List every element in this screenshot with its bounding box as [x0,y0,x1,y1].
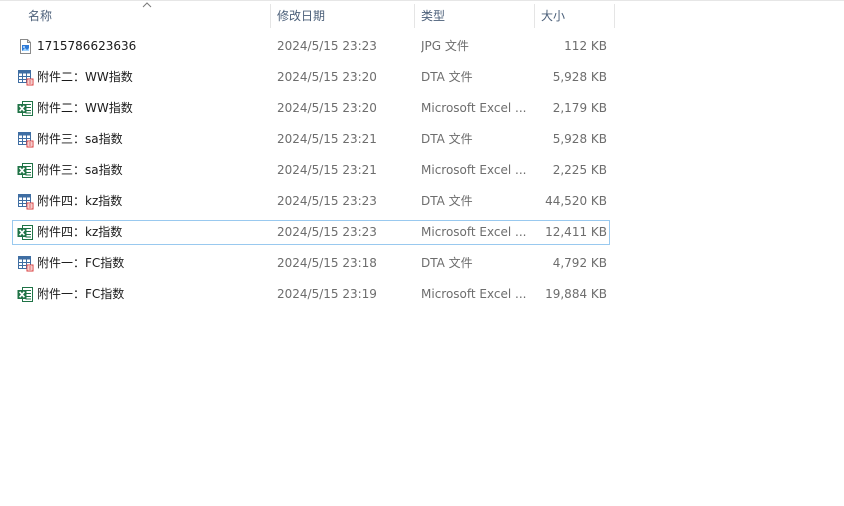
file-modified-date: 2024/5/15 23:21 [277,132,377,146]
file-name: 附件一：FC指数 [37,287,125,301]
file-name: 附件四：kz指数 [37,225,123,239]
file-type: DTA 文件 [421,132,473,146]
top-divider [0,0,844,1]
column-header-type-label: 类型 [421,9,446,23]
file-size: 2,179 KB [552,101,607,115]
column-header-bar: 名称 修改日期 类型 大小 [0,2,844,30]
file-modified-date: 2024/5/15 23:23 [277,39,377,53]
file-row[interactable]: 附件三：sa指数 2024/5/15 23:21 DTA 文件 5,928 KB [12,127,610,152]
dta-file-icon [17,193,34,210]
file-size: 12,411 KB [545,225,607,239]
file-size: 44,520 KB [545,194,607,208]
file-type: JPG 文件 [421,39,469,53]
file-row[interactable]: 附件四：kz指数 2024/5/15 23:23 Microsoft Excel .… [12,220,610,245]
file-row[interactable]: 附件一：FC指数 2024/5/15 23:18 DTA 文件 4,792 KB [12,251,610,276]
column-header-type[interactable]: 类型 [415,2,533,30]
file-row[interactable]: 附件二：WW指数 2024/5/15 23:20 DTA 文件 5,928 KB [12,65,610,90]
file-modified-date: 2024/5/15 23:23 [277,194,377,208]
file-type: Microsoft Excel ... [421,101,527,115]
file-modified-date: 2024/5/15 23:21 [277,163,377,177]
file-modified-date: 2024/5/15 23:23 [277,225,377,239]
file-size: 4,792 KB [552,256,607,270]
column-divider[interactable] [614,4,615,28]
file-size: 2,225 KB [552,163,607,177]
dta-file-icon [17,131,34,148]
file-name: 附件三：sa指数 [37,163,123,177]
excel-file-icon [17,162,34,179]
file-type: Microsoft Excel ... [421,287,527,301]
jpg-file-icon [17,38,34,55]
file-row[interactable]: 附件三：sa指数 2024/5/15 23:21 Microsoft Excel .… [12,158,610,183]
excel-file-icon [17,100,34,117]
file-size: 112 KB [564,39,607,53]
file-size: 5,928 KB [552,70,607,84]
column-header-name-label: 名称 [28,9,53,23]
dta-file-icon [17,255,34,272]
column-header-date[interactable]: 修改日期 [271,2,413,30]
file-name: 附件二：WW指数 [37,70,133,84]
file-row[interactable]: 附件一：FC指数 2024/5/15 23:19 Microsoft Excel .… [12,282,610,307]
file-row[interactable]: 1715786623636 2024/5/15 23:23 JPG 文件 112 KB [12,34,610,59]
file-type: Microsoft Excel ... [421,163,527,177]
file-type: Microsoft Excel ... [421,225,527,239]
file-name: 附件四：kz指数 [37,194,123,208]
file-modified-date: 2024/5/15 23:19 [277,287,377,301]
file-name: 附件三：sa指数 [37,132,123,146]
file-modified-date: 2024/5/15 23:20 [277,101,377,115]
column-header-size[interactable]: 大小 [535,2,613,30]
file-name: 1715786623636 [37,39,137,53]
file-explorer-list-view: 名称 修改日期 类型 大小 1715786623636 2024/5/15 23:… [0,0,844,506]
dta-file-icon [17,69,34,86]
file-type: DTA 文件 [421,256,473,270]
file-row[interactable]: 附件二：WW指数 2024/5/15 23:20 Microsoft Excel .… [12,96,610,121]
file-size: 19,884 KB [545,287,607,301]
file-name: 附件二：WW指数 [37,101,133,115]
column-header-size-label: 大小 [541,9,566,23]
excel-file-icon [17,286,34,303]
excel-file-icon [17,224,34,241]
file-size: 5,928 KB [552,132,607,146]
file-name: 附件一：FC指数 [37,256,125,270]
file-type: DTA 文件 [421,194,473,208]
file-row[interactable]: 附件四：kz指数 2024/5/15 23:23 DTA 文件 44,520 KB [12,189,610,214]
column-header-date-label: 修改日期 [277,9,326,23]
file-modified-date: 2024/5/15 23:20 [277,70,377,84]
file-type: DTA 文件 [421,70,473,84]
file-modified-date: 2024/5/15 23:18 [277,256,377,270]
column-header-name[interactable]: 名称 [22,2,268,30]
